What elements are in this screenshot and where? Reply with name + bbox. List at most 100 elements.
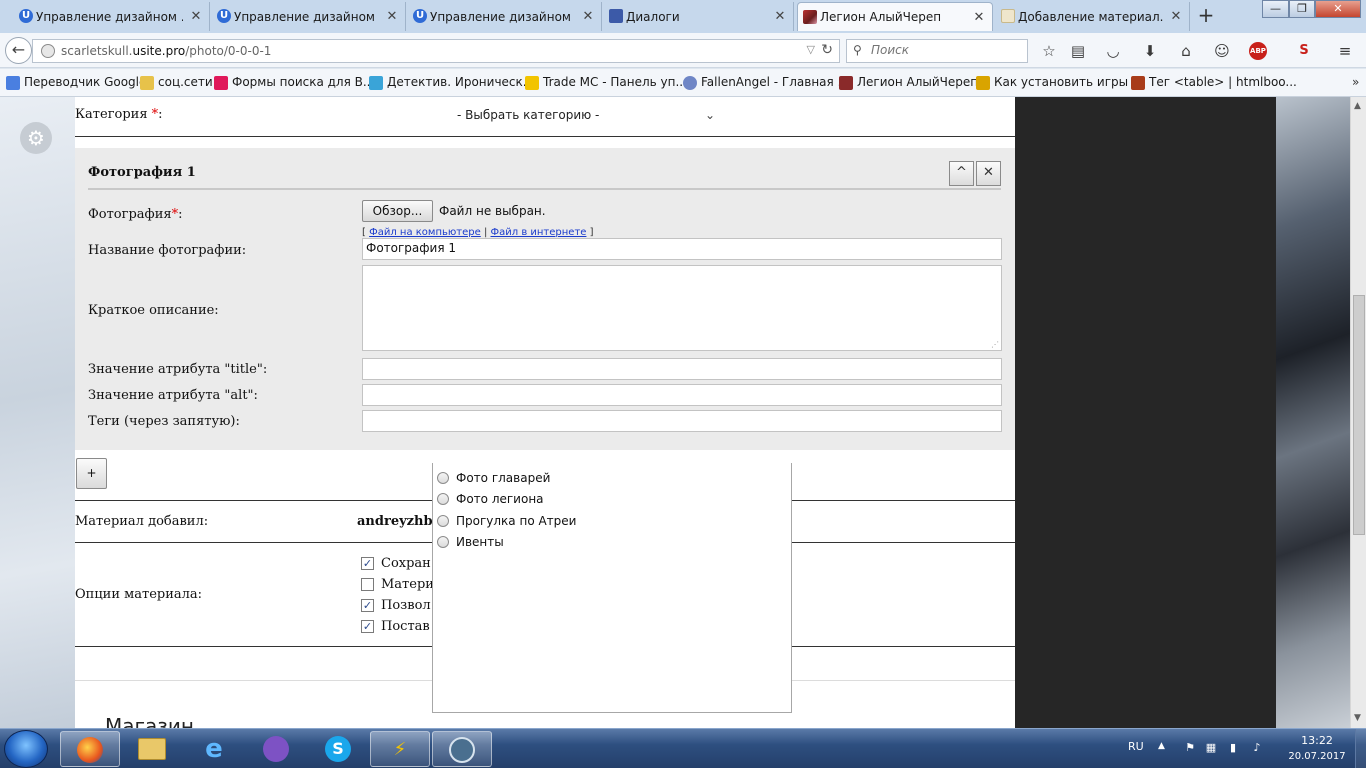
radio-button[interactable] xyxy=(437,536,449,548)
category-select[interactable]: - Выбрать категорию - ⌄ xyxy=(445,105,715,125)
history-dropdown-icon[interactable]: ▽ xyxy=(807,43,815,56)
bookmark-detective[interactable]: Детектив. Ироническ... xyxy=(369,75,534,90)
close-icon[interactable]: ✕ xyxy=(189,9,203,24)
photo-name-input[interactable]: Фотография 1 xyxy=(362,238,1002,260)
site-thumb-icon xyxy=(839,76,853,90)
collapse-photo-button[interactable]: ^ xyxy=(949,161,974,186)
ie-taskbar-button[interactable]: e xyxy=(184,731,244,767)
pocket-icon[interactable]: ◡ xyxy=(1102,41,1124,61)
browse-button[interactable]: Обзор... xyxy=(362,200,433,222)
vertical-scrollbar[interactable]: ▲ ▼ xyxy=(1350,97,1366,728)
radio-button[interactable] xyxy=(437,515,449,527)
search-box[interactable]: ⚲ xyxy=(846,39,1028,63)
new-tab-button[interactable]: + xyxy=(1195,4,1217,28)
explorer-taskbar-button[interactable] xyxy=(122,731,182,767)
url-text: scarletskull.usite.pro/photo/0-0-0-1 xyxy=(61,44,272,58)
more-bookmarks-icon[interactable]: » xyxy=(1352,75,1359,89)
network-icon[interactable]: ▦ xyxy=(1204,741,1218,755)
tags-input[interactable] xyxy=(362,410,1002,432)
option-label-2: Матери xyxy=(381,577,434,592)
radio-button[interactable] xyxy=(437,493,449,505)
scroll-up-icon[interactable]: ▲ xyxy=(1354,101,1361,111)
signal-icon[interactable]: ▮ xyxy=(1226,741,1240,755)
category-option-leaders[interactable]: Фото главарей xyxy=(437,469,550,487)
file-status-text: Файл не выбран. xyxy=(439,204,546,218)
radio-button[interactable] xyxy=(437,472,449,484)
close-icon[interactable]: ✕ xyxy=(972,10,986,25)
download-icon[interactable]: ⬇ xyxy=(1139,41,1161,61)
alt-attribute-input[interactable] xyxy=(362,384,1002,406)
bookmark-htmlbook[interactable]: Тег <table> | htmlboo... xyxy=(1131,75,1297,90)
add-photo-button[interactable]: + xyxy=(76,458,107,489)
tab-design-management-1[interactable]: U Управление дизайном ... ✕ xyxy=(14,2,210,31)
photo-block: Фотография 1 ^ ✕ Фотография*: Обзор... Ф… xyxy=(75,148,1015,450)
bookmark-install-games[interactable]: Как установить игры ... xyxy=(976,75,1143,90)
file-from-internet-link[interactable]: Файл в интернете xyxy=(491,227,587,238)
bookmark-fallen-angel[interactable]: FallenAngel - Главная ... xyxy=(683,75,849,90)
address-bar[interactable]: scarletskull.usite.pro/photo/0-0-0-1 ▽ ↻ xyxy=(32,39,840,63)
app-taskbar-button[interactable]: ⚡ xyxy=(370,731,430,767)
folder-icon xyxy=(138,738,166,760)
bookmark-google-translate[interactable]: Переводчик Google xyxy=(6,75,146,90)
reload-icon[interactable]: ↻ xyxy=(821,42,833,58)
menu-icon[interactable]: ≡ xyxy=(1334,41,1356,61)
chat-icon[interactable]: ☺ xyxy=(1211,41,1233,61)
volume-icon[interactable]: ♪ xyxy=(1250,741,1264,755)
adblock-plus-icon[interactable]: ABP xyxy=(1249,42,1267,60)
s-extension-icon[interactable]: S xyxy=(1293,41,1315,61)
tab-design-management-3[interactable]: U Управление дизайном ... ✕ xyxy=(408,2,602,31)
trade-mc-icon xyxy=(525,76,539,90)
show-hidden-icons-icon[interactable]: ▲ xyxy=(1158,741,1165,751)
close-icon[interactable]: ✕ xyxy=(773,9,787,24)
option-checkbox-1[interactable]: ✓ xyxy=(361,557,374,570)
minimize-button[interactable]: — xyxy=(1262,0,1289,18)
gear-icon[interactable]: ⚙ xyxy=(20,122,52,154)
site-thumb-icon xyxy=(803,10,817,24)
bookmark-social[interactable]: соц.сети xyxy=(140,75,213,90)
skype-taskbar-button[interactable]: S xyxy=(308,731,368,767)
google-translate-icon xyxy=(6,76,20,90)
close-icon[interactable]: ✕ xyxy=(385,9,399,24)
flag-icon[interactable]: ⚑ xyxy=(1183,741,1197,755)
start-button[interactable] xyxy=(4,730,48,768)
search-input[interactable] xyxy=(871,43,1021,57)
material-options-label: Опции материала: xyxy=(75,587,203,602)
category-option-events[interactable]: Ивенты xyxy=(437,533,504,551)
close-icon[interactable]: ✕ xyxy=(581,9,595,24)
steam-taskbar-button[interactable] xyxy=(432,731,492,767)
category-option-legion[interactable]: Фото легиона xyxy=(437,490,544,508)
option-checkbox-4[interactable]: ✓ xyxy=(361,620,374,633)
remove-photo-button[interactable]: ✕ xyxy=(976,161,1001,186)
restore-button[interactable]: ❐ xyxy=(1289,0,1315,18)
file-from-computer-link[interactable]: Файл на компьютере xyxy=(369,227,481,238)
tab-dialogs[interactable]: Диалоги ✕ xyxy=(604,2,794,31)
shop-heading: Магазин xyxy=(105,714,194,728)
viber-taskbar-button[interactable] xyxy=(246,731,306,767)
ucoz-icon: U xyxy=(217,9,231,23)
scrollbar-thumb[interactable] xyxy=(1353,295,1365,535)
tab-add-material[interactable]: Добавление материал... ✕ xyxy=(996,2,1190,31)
bookmark-search-forms[interactable]: Формы поиска для В... xyxy=(214,75,374,90)
scroll-down-icon[interactable]: ▼ xyxy=(1354,713,1361,723)
bookmark-star-icon[interactable]: ☆ xyxy=(1038,41,1060,61)
back-button[interactable]: ← xyxy=(5,37,32,64)
category-option-atreia-walk[interactable]: Прогулка по Атреи xyxy=(437,512,576,530)
home-icon[interactable]: ⌂ xyxy=(1175,41,1197,61)
firefox-taskbar-button[interactable] xyxy=(60,731,120,767)
language-indicator[interactable]: RU xyxy=(1128,740,1144,753)
tab-legion-scarletskull[interactable]: Легион АлыйЧереп ✕ xyxy=(797,2,993,31)
tab-design-management-2[interactable]: U Управление дизайном ... ✕ xyxy=(212,2,406,31)
clock-time[interactable]: 13:22 xyxy=(1292,734,1342,747)
bookmarks-library-icon[interactable]: ▤ xyxy=(1067,41,1089,61)
option-checkbox-3[interactable]: ✓ xyxy=(361,599,374,612)
bookmark-legion[interactable]: Легион АлыйЧереп xyxy=(839,75,978,90)
clock-date[interactable]: 20.07.2017 xyxy=(1282,751,1352,762)
resize-grip-icon[interactable]: ⋰ xyxy=(991,340,999,349)
show-desktop-button[interactable] xyxy=(1355,729,1366,768)
window-close-button[interactable]: ✕ xyxy=(1315,0,1361,18)
close-icon[interactable]: ✕ xyxy=(1169,9,1183,24)
option-checkbox-2[interactable] xyxy=(361,578,374,591)
short-description-textarea[interactable]: ⋰ xyxy=(362,265,1002,351)
title-attribute-input[interactable] xyxy=(362,358,1002,380)
bookmark-trade-mc[interactable]: Trade MC - Панель уп... xyxy=(525,75,687,90)
